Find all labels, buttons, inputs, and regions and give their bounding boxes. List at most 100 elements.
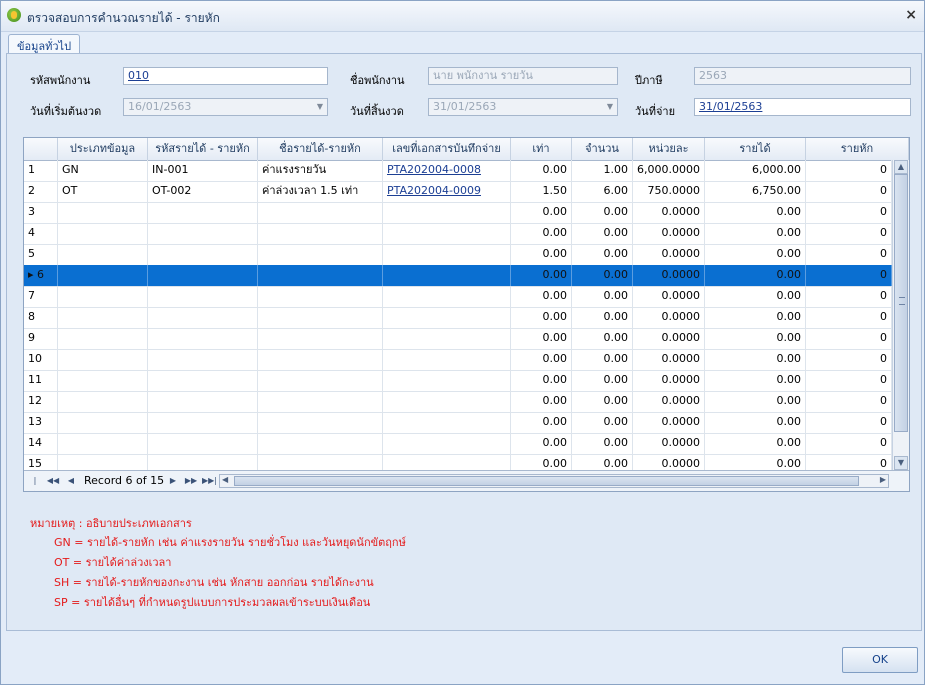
scroll-right-icon[interactable]: ▶ bbox=[880, 475, 886, 484]
vertical-scrollbar[interactable]: ▲ ▼ bbox=[892, 160, 909, 470]
cell-name[interactable] bbox=[258, 412, 383, 433]
cell-qty[interactable]: 0.00 bbox=[572, 349, 633, 370]
horizontal-scrollbar[interactable]: ◀ ▶ bbox=[219, 474, 889, 488]
employee-code-field[interactable]: 010 bbox=[123, 67, 328, 85]
cell-unit[interactable]: 0.0000 bbox=[633, 328, 705, 349]
cell-deduct[interactable]: 0 bbox=[806, 370, 892, 391]
chevron-down-icon[interactable]: ▼ bbox=[607, 100, 613, 114]
cell-qty[interactable]: 0.00 bbox=[572, 265, 633, 286]
pay-date-field[interactable]: 31/01/2563 bbox=[694, 98, 911, 116]
cell-times[interactable]: 1.50 bbox=[511, 181, 572, 202]
table-row[interactable]: 10 0.00 0.00 0.0000 0.00 0 bbox=[24, 349, 892, 371]
cell-qty[interactable]: 0.00 bbox=[572, 223, 633, 244]
cell-doc[interactable] bbox=[383, 433, 511, 454]
ok-button[interactable]: OK bbox=[842, 647, 918, 673]
header-unit[interactable]: หน่วยละ bbox=[633, 138, 705, 160]
tab-general[interactable]: ข้อมูลทั่วไป bbox=[8, 34, 81, 55]
cell-income[interactable]: 0.00 bbox=[705, 244, 806, 265]
cell-deduct[interactable]: 0 bbox=[806, 328, 892, 349]
cell-qty[interactable]: 1.00 bbox=[572, 160, 633, 181]
cell-qty[interactable]: 0.00 bbox=[572, 307, 633, 328]
cell-type[interactable] bbox=[58, 286, 148, 307]
cell-unit[interactable]: 0.0000 bbox=[633, 265, 705, 286]
table-row[interactable]: 9 0.00 0.00 0.0000 0.00 0 bbox=[24, 328, 892, 350]
cell-unit[interactable]: 0.0000 bbox=[633, 202, 705, 223]
cell-unit[interactable]: 0.0000 bbox=[633, 412, 705, 433]
hscroll-thumb[interactable] bbox=[234, 476, 859, 486]
header-income[interactable]: รายได้ bbox=[705, 138, 806, 160]
cell-type[interactable] bbox=[58, 265, 148, 286]
cell-code[interactable] bbox=[148, 244, 258, 265]
cell-doc[interactable]: PTA202004-0008 bbox=[383, 160, 511, 181]
cell-deduct[interactable]: 0 bbox=[806, 412, 892, 433]
cell-code[interactable]: IN-001 bbox=[148, 160, 258, 181]
cell-doc[interactable] bbox=[383, 265, 511, 286]
table-row[interactable]: 8 0.00 0.00 0.0000 0.00 0 bbox=[24, 307, 892, 329]
last-record-icon[interactable]: ▶▶| bbox=[202, 474, 217, 487]
cell-deduct[interactable]: 0 bbox=[806, 433, 892, 454]
cell-name[interactable] bbox=[258, 244, 383, 265]
cell-code[interactable] bbox=[148, 223, 258, 244]
cell-deduct[interactable]: 0 bbox=[806, 265, 892, 286]
scroll-thumb[interactable] bbox=[894, 174, 908, 432]
cell-doc[interactable]: PTA202004-0009 bbox=[383, 181, 511, 202]
cell-qty[interactable]: 0.00 bbox=[572, 328, 633, 349]
table-row[interactable]: 2 OT OT-002 ค่าล่วงเวลา 1.5 เท่า PTA202004-0… bbox=[24, 181, 892, 203]
cell-income[interactable]: 0.00 bbox=[705, 286, 806, 307]
cell-name[interactable]: ค่าแรงรายวัน bbox=[258, 160, 383, 181]
cell-type[interactable] bbox=[58, 391, 148, 412]
cell-unit[interactable]: 0.0000 bbox=[633, 433, 705, 454]
period-start-field[interactable]: 16/01/2563 ▼ bbox=[123, 98, 328, 116]
cell-code[interactable] bbox=[148, 328, 258, 349]
table-row[interactable]: ▸ 6 0.00 0.00 0.0000 0.00 0 bbox=[24, 265, 892, 287]
cell-type[interactable]: GN bbox=[58, 160, 148, 181]
header-name[interactable]: ชื่อรายได้-รายหัก bbox=[258, 138, 383, 160]
cell-times[interactable]: 0.00 bbox=[511, 370, 572, 391]
cell-unit[interactable]: 0.0000 bbox=[633, 286, 705, 307]
table-row[interactable]: 14 0.00 0.00 0.0000 0.00 0 bbox=[24, 433, 892, 455]
next-page-icon[interactable]: ▶▶ bbox=[184, 474, 198, 487]
prev-page-icon[interactable]: ◀◀ bbox=[46, 474, 60, 487]
cell-code[interactable] bbox=[148, 349, 258, 370]
cell-doc[interactable] bbox=[383, 391, 511, 412]
table-row[interactable]: 4 0.00 0.00 0.0000 0.00 0 bbox=[24, 223, 892, 245]
cell-name[interactable] bbox=[258, 307, 383, 328]
cell-type[interactable] bbox=[58, 244, 148, 265]
cell-income[interactable]: 0.00 bbox=[705, 370, 806, 391]
cell-type[interactable] bbox=[58, 307, 148, 328]
cell-times[interactable]: 0.00 bbox=[511, 244, 572, 265]
prev-record-icon[interactable]: ◀ bbox=[64, 474, 78, 487]
scroll-down-icon[interactable]: ▼ bbox=[894, 456, 908, 470]
cell-type[interactable] bbox=[58, 412, 148, 433]
cell-income[interactable]: 0.00 bbox=[705, 349, 806, 370]
cell-code[interactable] bbox=[148, 391, 258, 412]
cell-code[interactable] bbox=[148, 412, 258, 433]
cell-name[interactable] bbox=[258, 370, 383, 391]
cell-deduct[interactable]: 0 bbox=[806, 307, 892, 328]
cell-doc[interactable] bbox=[383, 349, 511, 370]
cell-deduct[interactable]: 0 bbox=[806, 244, 892, 265]
cell-times[interactable]: 0.00 bbox=[511, 286, 572, 307]
scroll-left-icon[interactable]: ◀ bbox=[222, 475, 228, 484]
cell-deduct[interactable]: 0 bbox=[806, 160, 892, 181]
cell-times[interactable]: 0.00 bbox=[511, 412, 572, 433]
cell-income[interactable]: 0.00 bbox=[705, 202, 806, 223]
cell-deduct[interactable]: 0 bbox=[806, 391, 892, 412]
cell-code[interactable] bbox=[148, 433, 258, 454]
cell-name[interactable] bbox=[258, 202, 383, 223]
cell-income[interactable]: 0.00 bbox=[705, 433, 806, 454]
cell-times[interactable]: 0.00 bbox=[511, 202, 572, 223]
cell-income[interactable]: 0.00 bbox=[705, 391, 806, 412]
cell-qty[interactable]: 0.00 bbox=[572, 370, 633, 391]
cell-name[interactable] bbox=[258, 349, 383, 370]
cell-type[interactable] bbox=[58, 202, 148, 223]
table-row[interactable]: 7 0.00 0.00 0.0000 0.00 0 bbox=[24, 286, 892, 308]
cell-doc[interactable] bbox=[383, 412, 511, 433]
cell-code[interactable] bbox=[148, 265, 258, 286]
cell-doc[interactable] bbox=[383, 244, 511, 265]
cell-times[interactable]: 0.00 bbox=[511, 328, 572, 349]
cell-deduct[interactable]: 0 bbox=[806, 202, 892, 223]
cell-name[interactable]: ค่าล่วงเวลา 1.5 เท่า bbox=[258, 181, 383, 202]
cell-times[interactable]: 0.00 bbox=[511, 307, 572, 328]
cell-unit[interactable]: 0.0000 bbox=[633, 223, 705, 244]
